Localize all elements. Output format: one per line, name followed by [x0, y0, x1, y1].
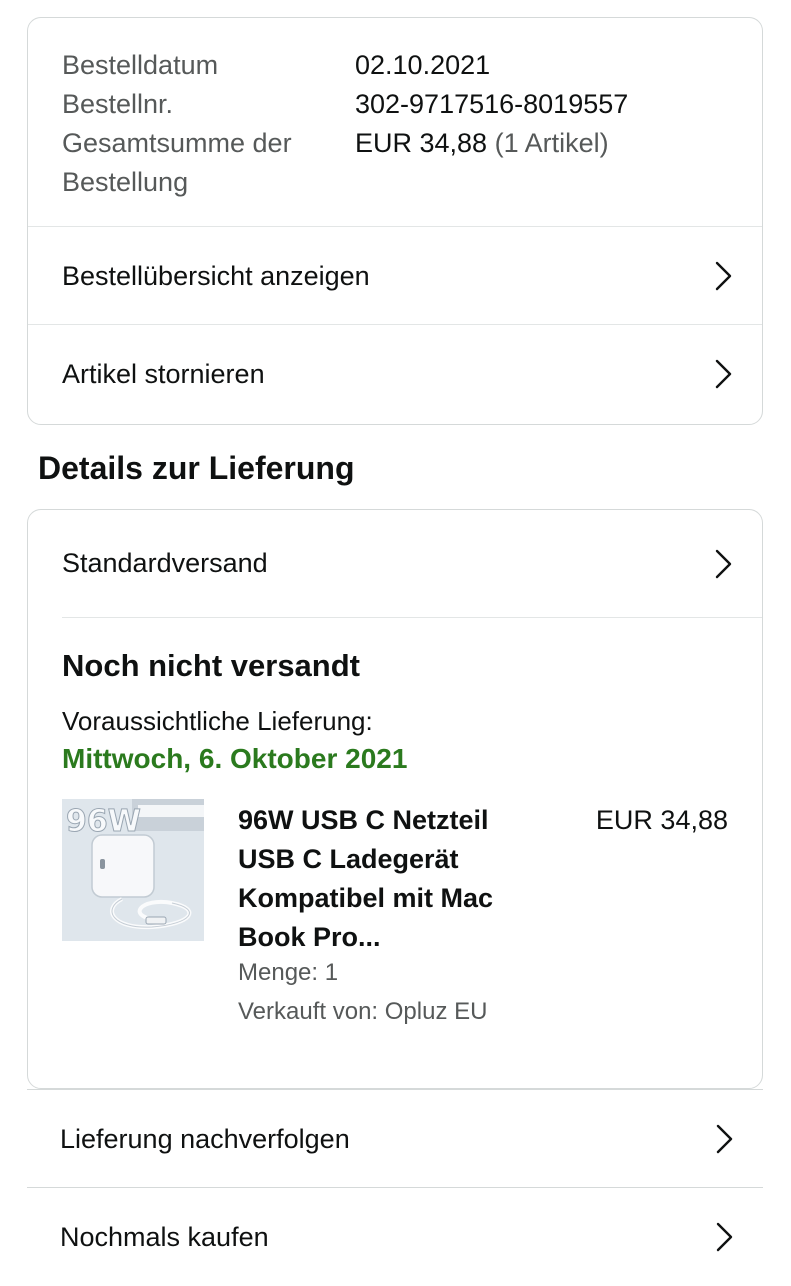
- product-title-link[interactable]: 96W USB C Netzteil USB C Ladegerät Kompa…: [238, 801, 538, 957]
- order-total-row: Gesamtsumme der Bestellung EUR 34,88 (1 …: [62, 124, 742, 202]
- product-image-badge: 96W: [66, 804, 141, 839]
- product-quantity: Menge: 1: [238, 959, 339, 986]
- delivery-card: Standardversand Noch nicht versandt Vora…: [27, 509, 763, 1089]
- buy-again-link[interactable]: Nochmals kaufen: [27, 1187, 763, 1286]
- shipment-block: Noch nicht versandt Voraussichtliche Lie…: [62, 617, 762, 1025]
- shipping-method-link[interactable]: Standardversand: [28, 510, 762, 617]
- chevron-right-icon: [711, 1222, 737, 1252]
- order-total-amount: EUR 34,88: [355, 128, 488, 158]
- cancel-items-label: Artikel stornieren: [62, 358, 265, 389]
- shipping-method-label: Standardversand: [62, 548, 268, 578]
- chevron-right-icon: [711, 1124, 737, 1154]
- chevron-right-icon: [710, 359, 736, 389]
- order-date-label: Bestelldatum: [62, 50, 219, 80]
- order-number-value: 302-9717516-8019557: [355, 89, 629, 119]
- order-number-label: Bestellnr.: [62, 89, 174, 119]
- product-price: EUR 34,88: [595, 805, 728, 835]
- order-date-row: Bestelldatum 02.10.2021: [62, 46, 742, 85]
- product-seller: Verkauft von: Opluz EU: [238, 998, 488, 1025]
- expected-delivery-date: Mittwoch, 6. Oktober 2021: [62, 743, 408, 774]
- chevron-right-icon: [710, 549, 736, 579]
- order-total-value: EUR 34,88 (1 Artikel): [355, 124, 609, 202]
- delivery-details-heading: Details zur Lieferung: [38, 450, 355, 486]
- buy-again-label: Nochmals kaufen: [60, 1221, 269, 1252]
- track-package-link[interactable]: Lieferung nachverfolgen: [27, 1089, 763, 1188]
- order-date-value: 02.10.2021: [355, 50, 491, 80]
- expected-delivery-label: Voraussichtliche Lieferung:: [62, 706, 373, 736]
- shipment-status: Noch nicht versandt: [62, 648, 360, 683]
- product-image[interactable]: 96W: [62, 799, 204, 941]
- view-order-summary-label: Bestellübersicht anzeigen: [62, 260, 370, 291]
- order-summary-card: Bestelldatum 02.10.2021 Bestellnr. 302-9…: [27, 17, 763, 425]
- order-total-label: Gesamtsumme der Bestellung: [62, 128, 292, 197]
- order-info: Bestelldatum 02.10.2021 Bestellnr. 302-9…: [62, 46, 742, 202]
- order-number-row: Bestellnr. 302-9717516-8019557: [62, 85, 742, 124]
- track-package-label: Lieferung nachverfolgen: [60, 1123, 350, 1154]
- view-order-summary-link[interactable]: Bestellübersicht anzeigen: [28, 226, 762, 325]
- cancel-items-link[interactable]: Artikel stornieren: [28, 324, 762, 423]
- chevron-right-icon: [710, 261, 736, 291]
- order-item-count: (1 Artikel): [494, 128, 609, 158]
